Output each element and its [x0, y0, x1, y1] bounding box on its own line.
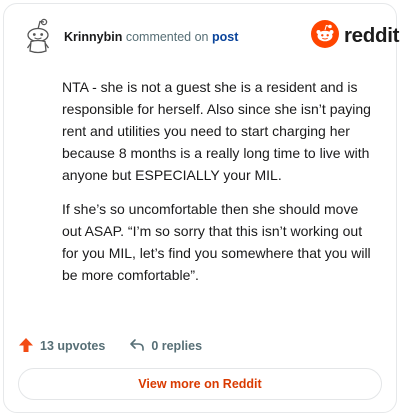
reddit-snoo-logo-icon [311, 19, 339, 53]
replies-count: 0 replies [151, 339, 203, 353]
comment-actions: 13 upvotes 0 replies [18, 334, 202, 358]
snoo-avatar-icon[interactable] [22, 18, 54, 54]
username-link[interactable]: Krinnybin [64, 30, 122, 44]
comment-body: NTA - she is not a guest she is a reside… [62, 76, 380, 298]
upvote-arrow-icon [18, 337, 40, 356]
comment-header: Krinnybin commented on post reddit [4, 4, 400, 70]
comment-embed-card: Krinnybin commented on post reddit NTA -… [3, 3, 400, 413]
upvote-button[interactable]: 13 upvotes [18, 337, 105, 356]
reddit-logo[interactable]: reddit [311, 19, 400, 53]
comment-meta: Krinnybin commented on post [64, 30, 238, 44]
comment-paragraph: NTA - she is not a guest she is a reside… [62, 79, 371, 183]
post-link[interactable]: post [212, 30, 238, 44]
view-more-button[interactable]: View more on Reddit [18, 368, 382, 400]
reddit-wordmark: reddit [344, 24, 400, 47]
reply-arrow-icon [129, 337, 151, 356]
replies-button[interactable]: 0 replies [129, 337, 202, 356]
comment-paragraph: If she’s so uncomfortable then she shoul… [62, 201, 371, 283]
upvotes-count: 13 upvotes [40, 339, 106, 353]
comment-action-text: commented on [125, 30, 209, 44]
